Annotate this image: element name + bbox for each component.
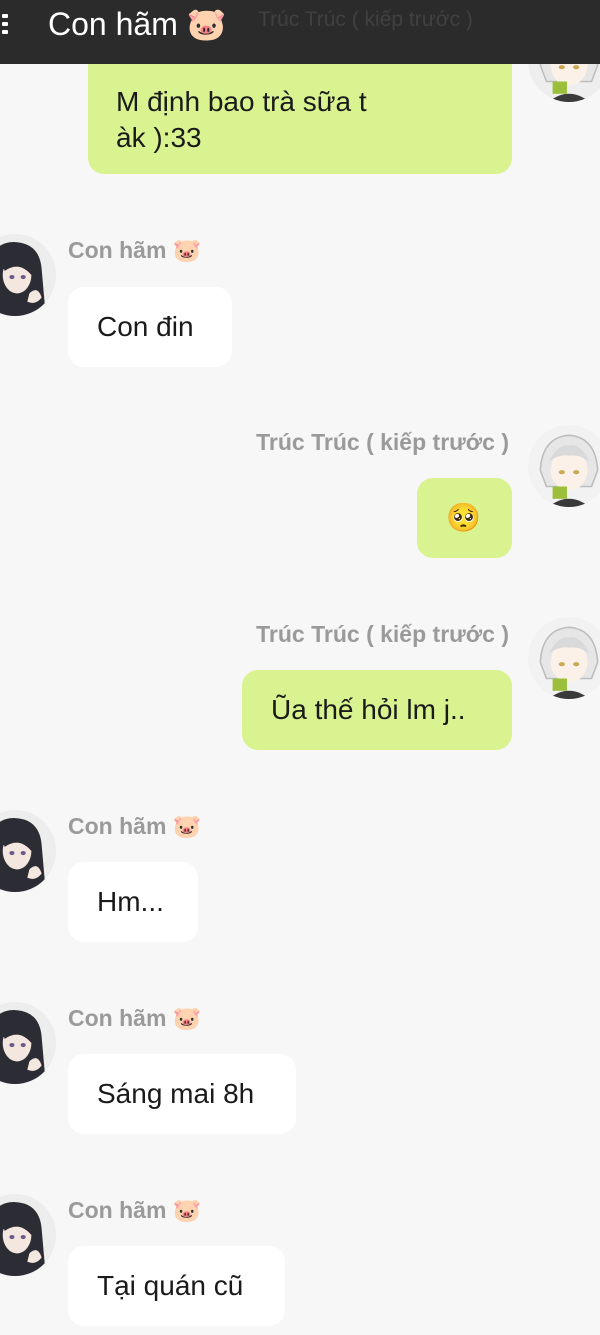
message-bubble-3[interactable]: 🥺: [417, 478, 512, 558]
message-text: Ũa thế hỏi lm j..: [271, 694, 466, 725]
sender-name: Con hãm 🐷: [68, 1197, 202, 1223]
message-bubble-7[interactable]: Tại quán cũ: [68, 1246, 285, 1326]
chat-title[interactable]: Con hãm 🐷: [48, 6, 227, 42]
avatar-right[interactable]: [528, 425, 600, 507]
header-overlay-text: Trúc Trúc ( kiếp trước ): [258, 8, 473, 31]
sender-name: Trúc Trúc ( kiếp trước ): [256, 429, 509, 455]
dark-haired-girl-avatar-icon: [0, 1194, 56, 1276]
sender-name: Trúc Trúc ( kiếp trước ): [256, 621, 509, 647]
chat-header: Con hãm 🐷 Trúc Trúc ( kiếp trước ): [0, 0, 600, 64]
white-haired-girl-avatar-icon: [528, 425, 600, 507]
sender-name: Con hãm 🐷: [68, 813, 202, 839]
sender-name: Con hãm 🐷: [68, 1005, 202, 1031]
avatar-left[interactable]: [0, 1194, 56, 1276]
pleading-face-emoji: 🥺: [446, 502, 481, 533]
message-text: Con đin: [97, 311, 194, 342]
message-bubble-5[interactable]: Hm...: [68, 862, 198, 942]
avatar-left[interactable]: [0, 234, 56, 316]
message-text: Tại quán cũ: [97, 1270, 244, 1301]
message-bubble-4[interactable]: Ũa thế hỏi lm j..: [242, 670, 512, 750]
white-haired-girl-avatar-icon: [528, 617, 600, 699]
dark-haired-girl-avatar-icon: [0, 1002, 56, 1084]
message-text: Sáng mai 8h: [97, 1078, 255, 1109]
message-bubble-1[interactable]: M định bao trà sữa t àk ):33: [88, 50, 512, 174]
avatar-left[interactable]: [0, 1002, 56, 1084]
avatar-right[interactable]: [528, 617, 600, 699]
message-text: Hm...: [97, 886, 164, 917]
message-text: M định bao trà sữa t àk ):33: [116, 86, 367, 153]
message-bubble-6[interactable]: Sáng mai 8h: [68, 1054, 296, 1134]
sender-name: Con hãm 🐷: [68, 237, 202, 263]
dark-haired-girl-avatar-icon: [0, 234, 56, 316]
dark-haired-girl-avatar-icon: [0, 810, 56, 892]
message-bubble-2[interactable]: Con đin: [68, 287, 232, 367]
menu-icon[interactable]: [0, 14, 14, 42]
avatar-left[interactable]: [0, 810, 56, 892]
